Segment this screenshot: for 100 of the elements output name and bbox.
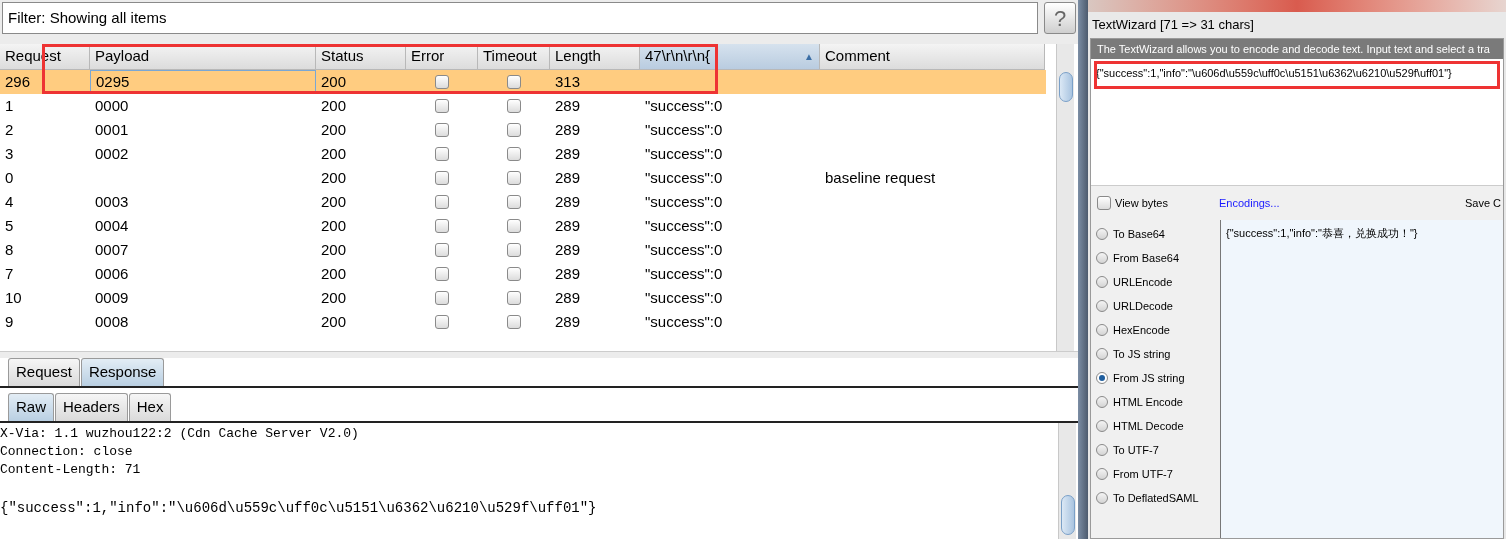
view-tab[interactable]: Hex <box>128 393 172 421</box>
checkbox[interactable] <box>507 147 521 161</box>
radio-button[interactable] <box>1096 228 1108 240</box>
table-cell-text: 0007 <box>94 239 130 260</box>
radio-button[interactable] <box>1096 252 1108 264</box>
response-line: Content-Length: 71 <box>0 461 141 479</box>
radio-label: To JS string <box>1113 346 1171 362</box>
table-row[interactable]: 296 0295 200 313 <box>0 70 1046 94</box>
checkbox[interactable] <box>507 267 521 281</box>
description-text: The TextWizard allows you to encode and decode text. Input text and select a tra <box>1091 39 1503 59</box>
radio-button[interactable] <box>1096 444 1108 456</box>
table-cell-text: 200 <box>320 287 348 308</box>
table-cell-text: 200 <box>320 71 348 92</box>
radio-button[interactable] <box>1096 468 1108 480</box>
help-button[interactable]: ? <box>1044 2 1076 34</box>
table-cell-text: 0003 <box>94 191 130 212</box>
checkbox[interactable] <box>1097 196 1111 210</box>
checkbox[interactable] <box>435 243 449 257</box>
table-cell-text: 200 <box>320 263 348 284</box>
checkbox[interactable] <box>507 123 521 137</box>
checkbox[interactable] <box>435 219 449 233</box>
view-tab[interactable]: Raw <box>8 393 54 421</box>
table-cell-text: 296 <box>4 71 32 92</box>
checkbox[interactable] <box>435 99 449 113</box>
table-cell-text: 0002 <box>94 143 130 164</box>
save-label[interactable]: Save C <box>1464 194 1501 212</box>
table-cell-text: 289 <box>554 215 582 236</box>
table-cell-text: 0004 <box>94 215 130 236</box>
table-cell-text: 200 <box>320 119 348 140</box>
checkbox[interactable] <box>435 267 449 281</box>
radio-button[interactable] <box>1096 396 1108 408</box>
checkbox[interactable] <box>507 99 521 113</box>
checkbox[interactable] <box>435 123 449 137</box>
table-cell-text: 5 <box>4 215 15 236</box>
radio-button[interactable] <box>1096 420 1108 432</box>
radio-button[interactable] <box>1096 492 1108 504</box>
filter-bar[interactable]: Filter: Showing all items <box>2 2 1038 34</box>
checkbox[interactable] <box>435 195 449 209</box>
radio-label: HTML Encode <box>1113 394 1183 410</box>
checkbox[interactable] <box>435 147 449 161</box>
checkbox[interactable] <box>435 291 449 305</box>
radio-button[interactable] <box>1096 324 1108 336</box>
radio-label: URLDecode <box>1113 298 1173 314</box>
table-cell-text: 0 <box>4 167 15 188</box>
scrollbar[interactable] <box>1058 423 1076 539</box>
radio-button[interactable] <box>1096 348 1108 360</box>
table-cell-text: 8 <box>4 239 15 260</box>
radio-label: To DeflatedSAML <box>1113 490 1199 506</box>
table-cell-text: 289 <box>554 263 582 284</box>
column-header[interactable]: Comment <box>820 44 1045 70</box>
sort-arrow-icon: ▲ <box>804 49 814 64</box>
message-tab[interactable]: Request <box>8 358 80 386</box>
encodings-link[interactable]: Encodings... <box>1219 194 1280 212</box>
scrollbar[interactable] <box>1056 44 1074 351</box>
table-cell-text: "success":0 <box>644 95 724 116</box>
table-cell-text: "success":0 <box>644 287 724 308</box>
checkbox[interactable] <box>507 315 521 329</box>
checkbox[interactable] <box>507 291 521 305</box>
checkbox[interactable] <box>435 315 449 329</box>
checkbox[interactable] <box>435 75 449 89</box>
table-cell-text: "success":0 <box>644 143 724 164</box>
table-cell-text: 200 <box>320 167 348 188</box>
table-cell-text: 313 <box>554 71 582 92</box>
table-cell-text: 289 <box>554 167 582 188</box>
table-cell-text: 10 <box>4 287 23 308</box>
output-field[interactable]: {"success":1,"info":"恭喜，兑换成功！"} <box>1221 220 1503 538</box>
table-cell-text: 200 <box>320 191 348 212</box>
table-cell-text: 4 <box>4 191 15 212</box>
response-line: X-Via: 1.1 wuzhou122:2 (Cdn Cache Server V2.0) <box>0 425 359 443</box>
response-line: Connection: close <box>0 443 133 461</box>
radio-label: HTML Decode <box>1113 418 1184 434</box>
radio-label: From Base64 <box>1113 250 1180 266</box>
checkbox[interactable] <box>507 195 521 209</box>
table-cell-text: "success":0 <box>644 119 724 140</box>
table-cell-text: 200 <box>320 239 348 260</box>
checkbox[interactable] <box>507 243 521 257</box>
checkbox[interactable] <box>435 171 449 185</box>
table-cell-text: 200 <box>320 143 348 164</box>
radio-button[interactable] <box>1096 276 1108 288</box>
radio-label: From JS string <box>1113 370 1185 386</box>
table-cell-text: 289 <box>554 239 582 260</box>
checkbox[interactable] <box>507 171 521 185</box>
response-body: {″success″:1,″info″:″\u606d\u559c\uff0c\u5151\u6362\u6210\u529f\uff01″} <box>0 499 597 518</box>
table-cell-text: baseline request <box>824 167 937 188</box>
table-cell-text: "success":0 <box>644 191 724 212</box>
radio-label: HexEncode <box>1113 322 1170 338</box>
radio-button[interactable] <box>1096 372 1108 384</box>
table-cell-text: 0009 <box>94 287 130 308</box>
table-cell-text: 0008 <box>94 311 130 332</box>
checkbox[interactable] <box>507 75 521 89</box>
table-cell-text: 289 <box>554 191 582 212</box>
table-cell-text: 289 <box>554 95 582 116</box>
radio-button[interactable] <box>1096 300 1108 312</box>
table-cell-text: "success":0 <box>644 239 724 260</box>
message-tab[interactable]: Response <box>80 358 165 386</box>
table-cell-text: 0006 <box>94 263 130 284</box>
checkbox[interactable] <box>507 219 521 233</box>
radio-label: URLEncode <box>1113 274 1173 290</box>
column-header[interactable]: 47\r\n\r\n{ ▲ <box>640 44 820 70</box>
view-tab[interactable]: Headers <box>55 393 128 421</box>
